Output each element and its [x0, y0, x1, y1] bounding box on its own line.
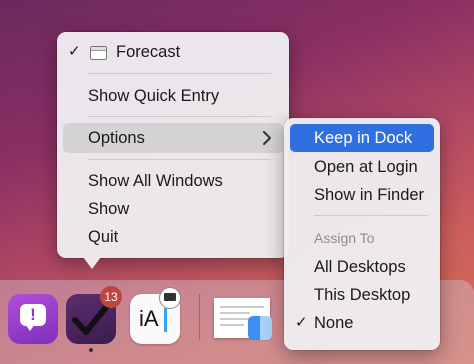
menu-item-options[interactable]: Options	[63, 123, 283, 153]
finder-icon[interactable]	[248, 316, 272, 340]
menu-item-show[interactable]: Show	[88, 195, 129, 223]
submenu-item-all-desktops[interactable]: All Desktops	[314, 253, 406, 281]
menu-pointer	[83, 257, 101, 269]
submenu-item-keep-in-dock-label: Keep in Dock	[314, 129, 413, 147]
submenu-item-open-at-login[interactable]: Open at Login	[314, 153, 418, 181]
ia-writer-label: iA	[139, 306, 159, 331]
menu-separator	[88, 159, 271, 160]
window-icon	[90, 46, 107, 60]
dock-divider	[199, 294, 200, 340]
chevron-right-icon	[263, 131, 271, 145]
menu-item-forecast[interactable]: Forecast	[116, 38, 180, 66]
badge: 13	[100, 286, 122, 308]
options-submenu: Keep in Dock Open at Login Show in Finde…	[284, 118, 440, 350]
submenu-item-keep-in-dock[interactable]: Keep in Dock	[290, 124, 434, 152]
menu-separator	[88, 73, 271, 74]
section-header-assign-to: Assign To	[314, 230, 375, 246]
menu-item-show-quick-entry[interactable]: Show Quick Entry	[88, 82, 219, 110]
cursor-icon	[164, 308, 167, 332]
exclamation-icon: !	[30, 305, 36, 324]
menu-separator	[314, 215, 428, 216]
checkmark-icon: ✓	[295, 314, 308, 331]
feedback-app-icon[interactable]: !	[8, 294, 58, 344]
submenu-item-show-in-finder[interactable]: Show in Finder	[314, 181, 424, 209]
menu-item-show-all-windows[interactable]: Show All Windows	[88, 167, 223, 195]
checkmark-icon: ✓	[68, 43, 81, 60]
omnifocus-app-icon[interactable]: 13	[66, 286, 122, 344]
menu-item-quit[interactable]: Quit	[88, 223, 118, 251]
ia-writer-app-icon[interactable]: iA	[130, 288, 180, 344]
context-menu: ✓ Forecast Show Quick Entry Options Show…	[57, 32, 289, 258]
running-indicator	[89, 348, 93, 352]
submenu-item-none[interactable]: None	[314, 309, 353, 337]
menu-item-options-label: Options	[88, 129, 145, 147]
menu-separator	[88, 116, 271, 117]
submenu-item-this-desktop[interactable]: This Desktop	[314, 281, 410, 309]
display-icon	[160, 288, 180, 308]
